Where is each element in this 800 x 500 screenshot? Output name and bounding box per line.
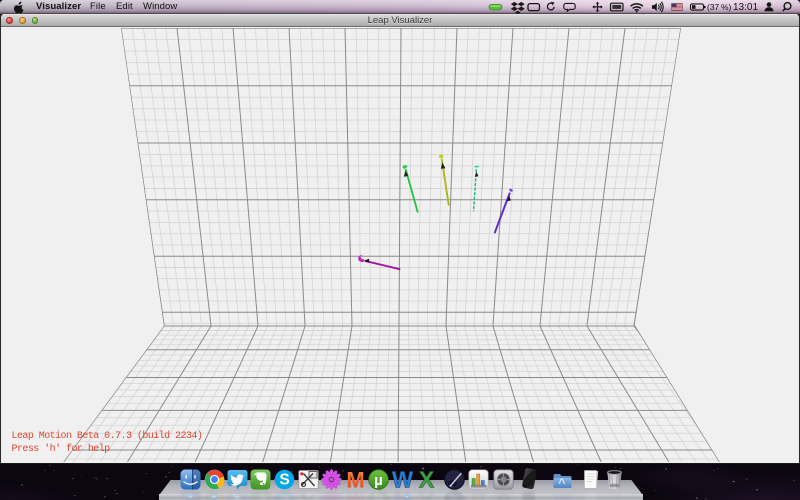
svg-text:M: M [346, 490, 364, 500]
svg-text:S: S [279, 472, 289, 489]
svg-text:S: S [279, 491, 289, 500]
svg-text:W: W [392, 490, 413, 500]
svg-text:W: W [392, 469, 413, 490]
svg-text:X: X [418, 469, 434, 490]
svg-text:M: M [346, 469, 364, 490]
svg-text:µ: µ [374, 472, 383, 489]
svg-text:X: X [418, 490, 434, 500]
svg-text:µ: µ [374, 491, 383, 500]
